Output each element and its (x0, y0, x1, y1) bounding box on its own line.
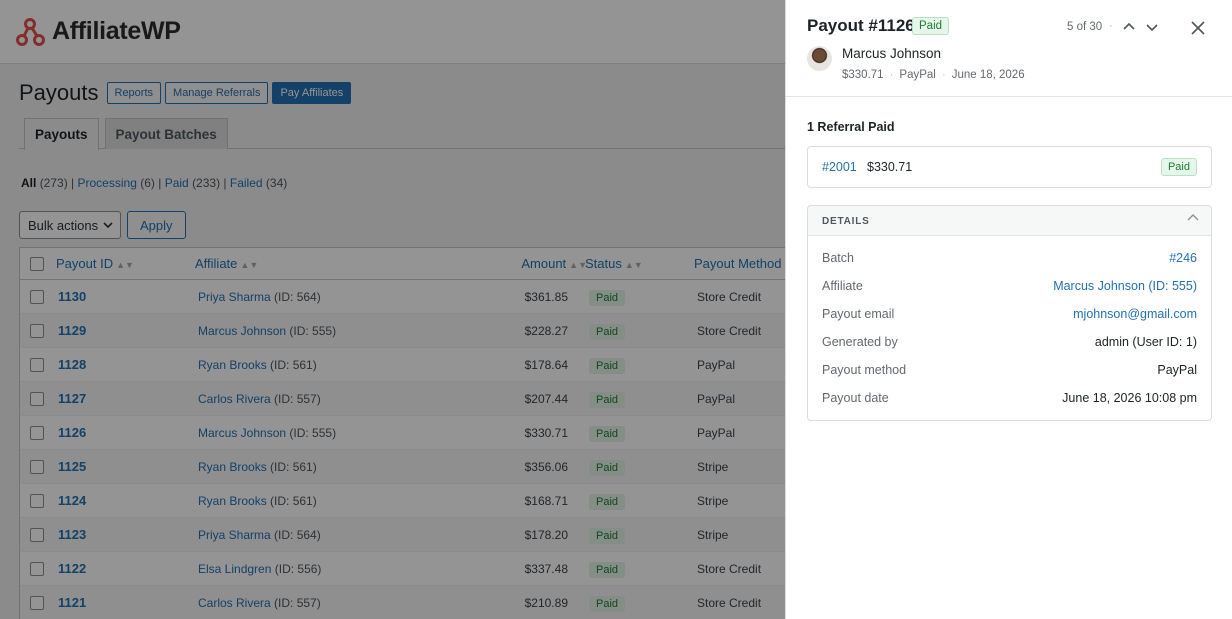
affiliate-name: Marcus Johnson (842, 46, 942, 61)
details-header[interactable]: DETAILS (808, 206, 1211, 236)
previous-button[interactable] (1120, 18, 1138, 36)
meta-date: June 18, 2026 (951, 69, 1025, 81)
separator-dot: · (1109, 20, 1113, 32)
detail-label: Generated by (822, 335, 898, 349)
meta-amount: $330.71 (842, 69, 884, 81)
chevron-up-icon (1123, 22, 1135, 30)
referrals-heading: 1 Referral Paid (807, 120, 895, 134)
detail-row: Payout email mjohnson@gmail.com (822, 307, 1197, 327)
detail-value: PayPal (1157, 363, 1197, 377)
detail-value: June 18, 2026 10:08 pm (1062, 391, 1197, 405)
avatar (807, 46, 832, 71)
drawer-title: Payout #1126 (807, 16, 915, 35)
detail-row: Payout method PayPal (822, 363, 1197, 383)
detail-label: Payout date (822, 391, 889, 405)
meta-method: PayPal (899, 69, 936, 81)
details-panel: DETAILS Batch #246 Affiliate Marcus Johnson… (807, 205, 1212, 421)
detail-value[interactable]: mjohnson@gmail.com (1073, 307, 1197, 327)
record-position: 5 of 30 (1067, 21, 1103, 33)
chevron-up-icon (1187, 214, 1199, 221)
detail-value[interactable]: #246 (1169, 251, 1197, 271)
chevron-down-icon (1146, 24, 1158, 32)
collapse-toggle[interactable] (1187, 212, 1199, 227)
modal-overlay[interactable] (0, 0, 785, 619)
drawer-header: Payout #1126 Paid 5 of 30 · Marcus Johns… (786, 0, 1232, 97)
payout-meta: $330.71 · PayPal · June 18, 2026 (842, 69, 1025, 81)
payout-detail-drawer: Payout #1126 Paid 5 of 30 · Marcus Johns… (785, 0, 1232, 619)
detail-label: Payout email (822, 307, 895, 321)
detail-value: admin (User ID: 1) (1094, 335, 1197, 349)
next-button[interactable] (1143, 18, 1161, 36)
separator-dot: · (889, 69, 894, 81)
referral-amount: $330.71 (867, 160, 913, 174)
detail-label: Payout method (822, 363, 907, 377)
detail-row: Payout date June 18, 2026 10:08 pm (822, 391, 1197, 411)
details-title: DETAILS (822, 216, 870, 227)
separator-dot: · (941, 69, 946, 81)
close-icon (1191, 21, 1205, 35)
referral-id-link[interactable]: #2001 (822, 160, 857, 174)
detail-row: Affiliate Marcus Johnson (ID: 555) (822, 279, 1197, 299)
detail-value[interactable]: Marcus Johnson (ID: 555) (1053, 279, 1197, 299)
close-button[interactable] (1187, 17, 1209, 39)
referral-status-badge: Paid (1160, 158, 1197, 176)
referral-card: #2001 $330.71 Paid (807, 146, 1212, 188)
detail-row: Generated by admin (User ID: 1) (822, 335, 1197, 355)
status-badge: Paid (912, 17, 950, 35)
detail-row: Batch #246 (822, 251, 1197, 271)
detail-label: Batch (822, 251, 854, 265)
detail-label: Affiliate (822, 279, 863, 293)
